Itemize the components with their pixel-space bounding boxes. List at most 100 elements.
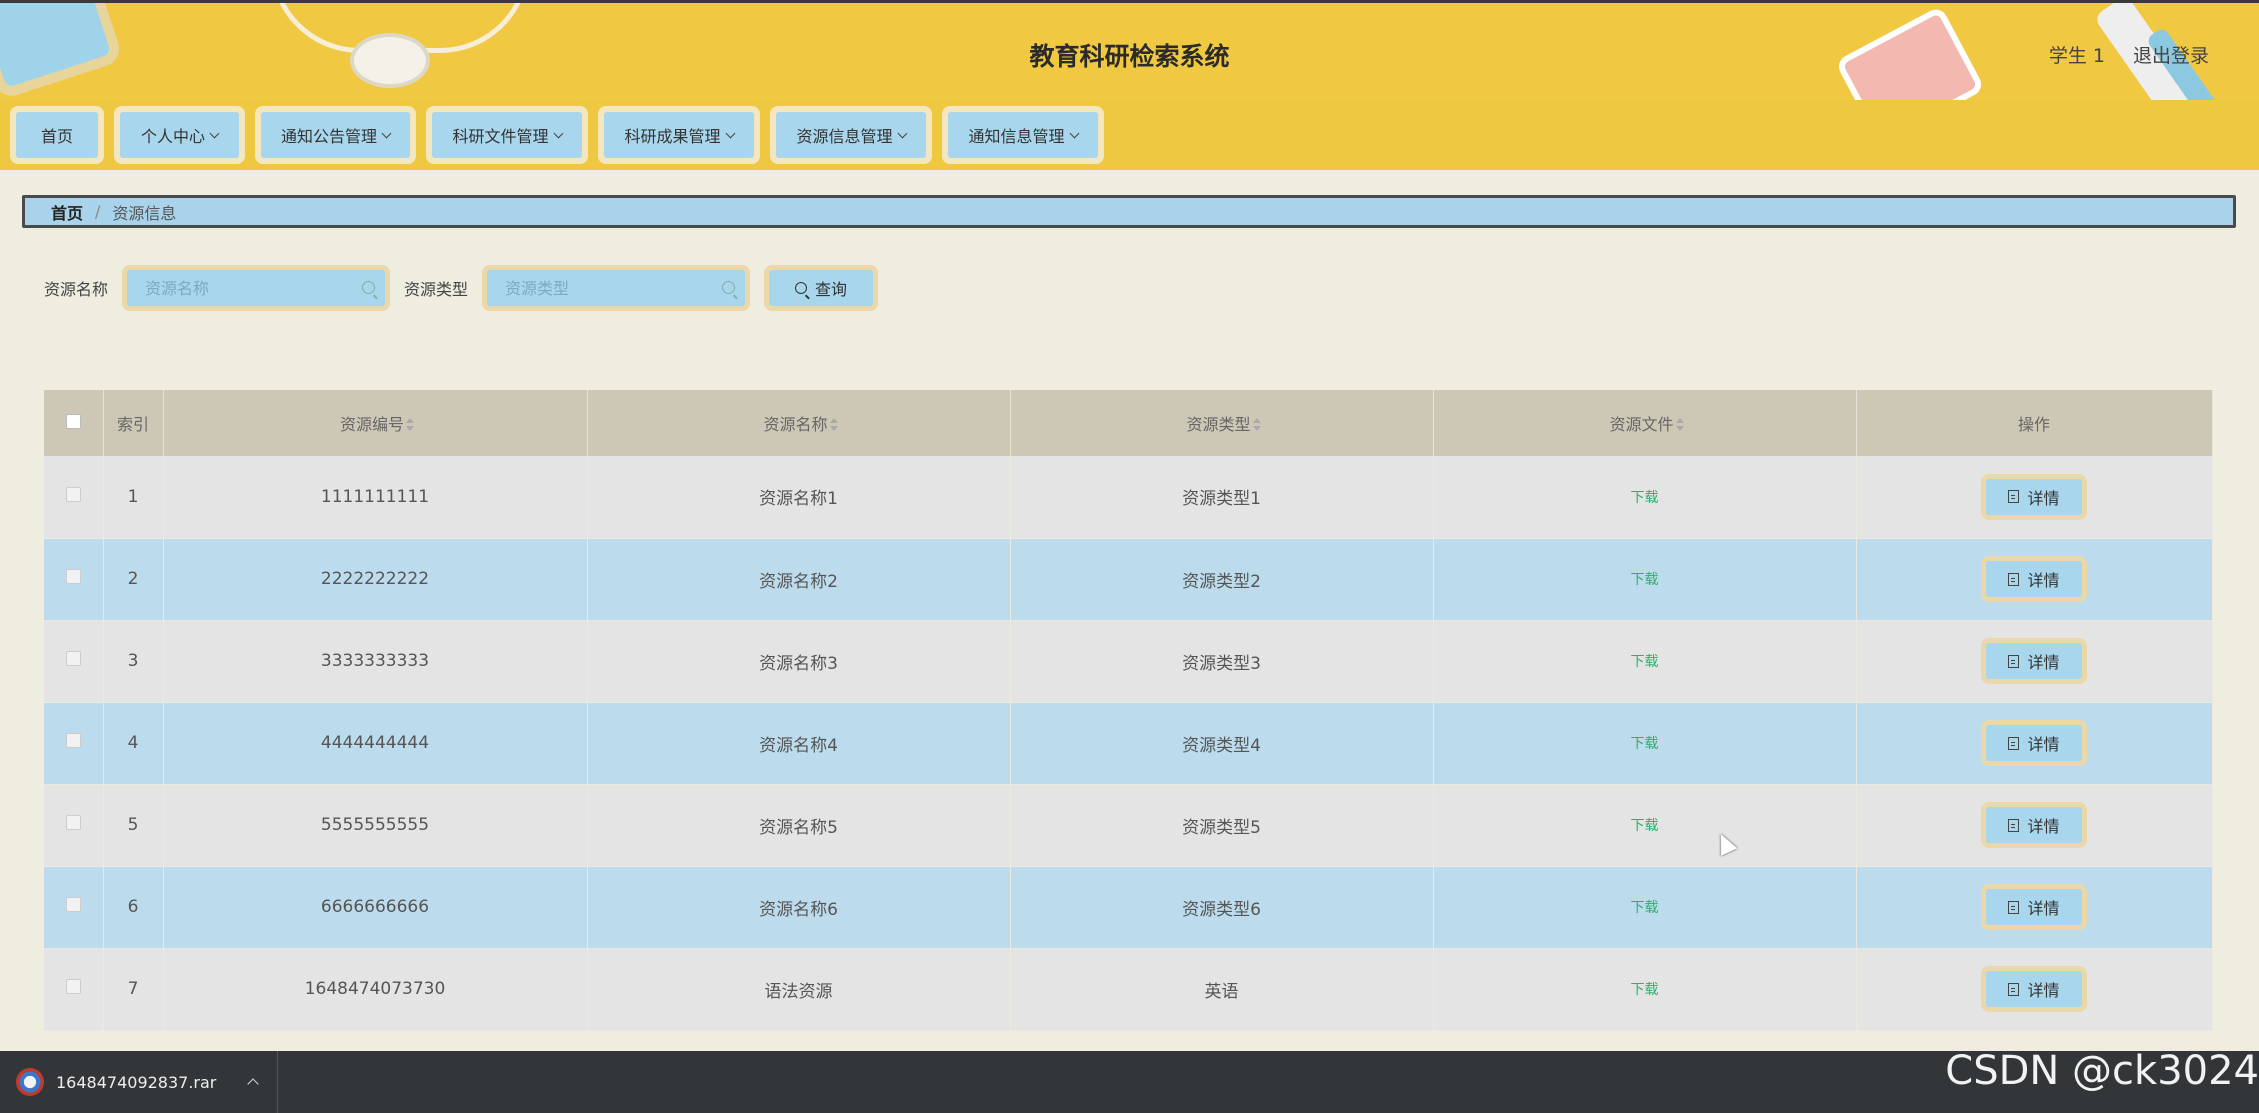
row-checkbox[interactable]	[65, 569, 81, 584]
download-link[interactable]: 下载	[1631, 654, 1659, 670]
select-all-checkbox[interactable]	[65, 413, 81, 429]
detail-button[interactable]: 详情	[1981, 473, 2087, 520]
nav-item-resource-info-management[interactable]: 资源信息管理	[770, 106, 932, 164]
watermark: CSDN @ck3024	[1945, 1048, 2259, 1094]
current-user[interactable]: 学生 1	[2049, 41, 2105, 68]
detail-button[interactable]: 详情	[1981, 556, 2087, 602]
query-button[interactable]: 查询	[764, 265, 879, 311]
download-link[interactable]: 下载	[1631, 572, 1659, 588]
cell-name: 资源名称3	[587, 620, 1011, 703]
nav-item-notice-management[interactable]: 通知公告管理	[255, 106, 416, 164]
cell-code: 3333333333	[163, 620, 588, 703]
detail-button-label: 详情	[2027, 981, 2060, 1000]
header-code[interactable]: 资源编号	[163, 390, 588, 456]
download-link[interactable]: 下载	[1631, 818, 1659, 834]
nav-item-research-result-management[interactable]: 科研成果管理	[598, 106, 760, 164]
row-checkbox[interactable]	[65, 815, 81, 830]
resource-type-label: 资源类型	[404, 280, 469, 299]
resource-name-field	[122, 265, 391, 311]
breadcrumb-home[interactable]: 首页	[51, 200, 83, 224]
resource-type-input[interactable]	[487, 270, 746, 306]
resource-name-label: 资源名称	[44, 280, 109, 299]
header-type[interactable]: 资源类型	[1010, 390, 1434, 456]
query-button-label: 查询	[815, 280, 848, 299]
detail-button-label: 详情	[2027, 735, 2060, 754]
table-header-row: 索引 资源编号 资源名称 资源类型 资源文件 操作	[44, 390, 2213, 456]
header-action: 操作	[1856, 390, 2213, 456]
download-link[interactable]: 下载	[1631, 736, 1659, 752]
table-row: 4 4444444444 资源名称4 资源类型4 下载 详情	[44, 702, 2213, 785]
resource-name-input[interactable]	[127, 270, 386, 306]
cell-type: 英语	[1010, 948, 1434, 1031]
header-file[interactable]: 资源文件	[1433, 390, 1857, 456]
cell-code: 2222222222	[163, 538, 588, 621]
detail-button[interactable]: 详情	[1981, 884, 2087, 930]
browser-download-bar: 1648474092837.rar	[0, 1051, 2259, 1113]
header-type-label: 资源类型	[1186, 415, 1251, 434]
row-checkbox[interactable]	[65, 897, 81, 912]
chevron-down-icon	[381, 128, 392, 138]
header-index: 索引	[103, 390, 164, 456]
chevron-down-icon	[725, 128, 735, 138]
document-icon	[2008, 982, 2020, 996]
search-bar: 资源名称 资源类型 查询	[44, 265, 879, 311]
cell-type: 资源类型3	[1010, 620, 1434, 703]
detail-button[interactable]: 详情	[1981, 802, 2087, 848]
download-link[interactable]: 下载	[1631, 900, 1659, 916]
search-icon	[362, 281, 376, 294]
nav-label: 通知信息管理	[968, 127, 1065, 146]
search-icon	[795, 282, 808, 294]
breadcrumb-separator: /	[95, 202, 101, 221]
row-checkbox[interactable]	[65, 733, 81, 748]
document-icon	[2008, 490, 2020, 504]
row-checkbox[interactable]	[65, 486, 81, 502]
document-icon	[2008, 818, 2020, 832]
header-code-label: 资源编号	[339, 415, 404, 434]
breadcrumb-current: 资源信息	[112, 203, 177, 223]
cell-code: 4444444444	[163, 702, 588, 785]
cell-type: 资源类型2	[1010, 538, 1434, 621]
nav-label: 个人中心	[140, 127, 205, 146]
resource-type-field	[482, 265, 751, 311]
row-checkbox[interactable]	[65, 651, 81, 666]
detail-button-label: 详情	[2027, 817, 2060, 836]
cell-code: 6666666666	[163, 866, 588, 949]
logout-link[interactable]: 退出登录	[2133, 41, 2209, 68]
detail-button[interactable]: 详情	[1981, 638, 2087, 684]
cell-code: 1648474073730	[163, 948, 588, 1031]
download-link[interactable]: 下载	[1631, 982, 1659, 998]
user-area: 学生 1 退出登录	[2049, 41, 2209, 68]
chevron-up-icon[interactable]	[247, 1078, 259, 1090]
detail-button-label: 详情	[2027, 899, 2060, 918]
detail-button[interactable]: 详情	[1981, 720, 2087, 766]
nav-item-home[interactable]: 首页	[10, 106, 104, 164]
nav-item-research-file-management[interactable]: 科研文件管理	[426, 106, 588, 164]
header-name[interactable]: 资源名称	[587, 390, 1011, 456]
table-row: 6 6666666666 资源名称6 资源类型6 下载 详情	[44, 866, 2213, 949]
nav-item-personal-center[interactable]: 个人中心	[114, 106, 245, 164]
cell-index: 7	[103, 948, 164, 1031]
cell-name: 语法资源	[587, 948, 1011, 1031]
resource-table: 索引 资源编号 资源名称 资源类型 资源文件 操作 1 1111111111 资…	[44, 390, 2213, 1031]
row-checkbox[interactable]	[65, 979, 81, 994]
site-title: 教育科研检索系统	[1029, 42, 1230, 71]
document-icon	[2008, 654, 2020, 668]
nav-item-notification-info-management[interactable]: 通知信息管理	[942, 106, 1104, 164]
download-link[interactable]: 下载	[1631, 490, 1659, 506]
archive-file-icon	[16, 1068, 44, 1096]
nav-label: 资源信息管理	[796, 127, 893, 146]
cell-type: 资源类型6	[1010, 866, 1434, 949]
detail-button-label: 详情	[2027, 571, 2060, 590]
chevron-down-icon	[897, 128, 907, 138]
cell-index: 6	[103, 866, 164, 949]
cell-type: 资源类型5	[1010, 784, 1434, 867]
detail-button[interactable]: 详情	[1981, 966, 2087, 1012]
cell-index: 1	[103, 456, 164, 539]
app-header: 教育科研检索系统 学生 1 退出登录	[0, 0, 2259, 100]
table-row: 7 1648474073730 语法资源 英语 下载 详情	[44, 948, 2213, 1031]
chevron-down-icon	[553, 128, 563, 138]
detail-button-label: 详情	[2027, 653, 2060, 672]
cell-name: 资源名称6	[587, 866, 1011, 949]
download-item[interactable]: 1648474092837.rar	[0, 1051, 278, 1113]
nav-label: 通知公告管理	[280, 127, 377, 146]
